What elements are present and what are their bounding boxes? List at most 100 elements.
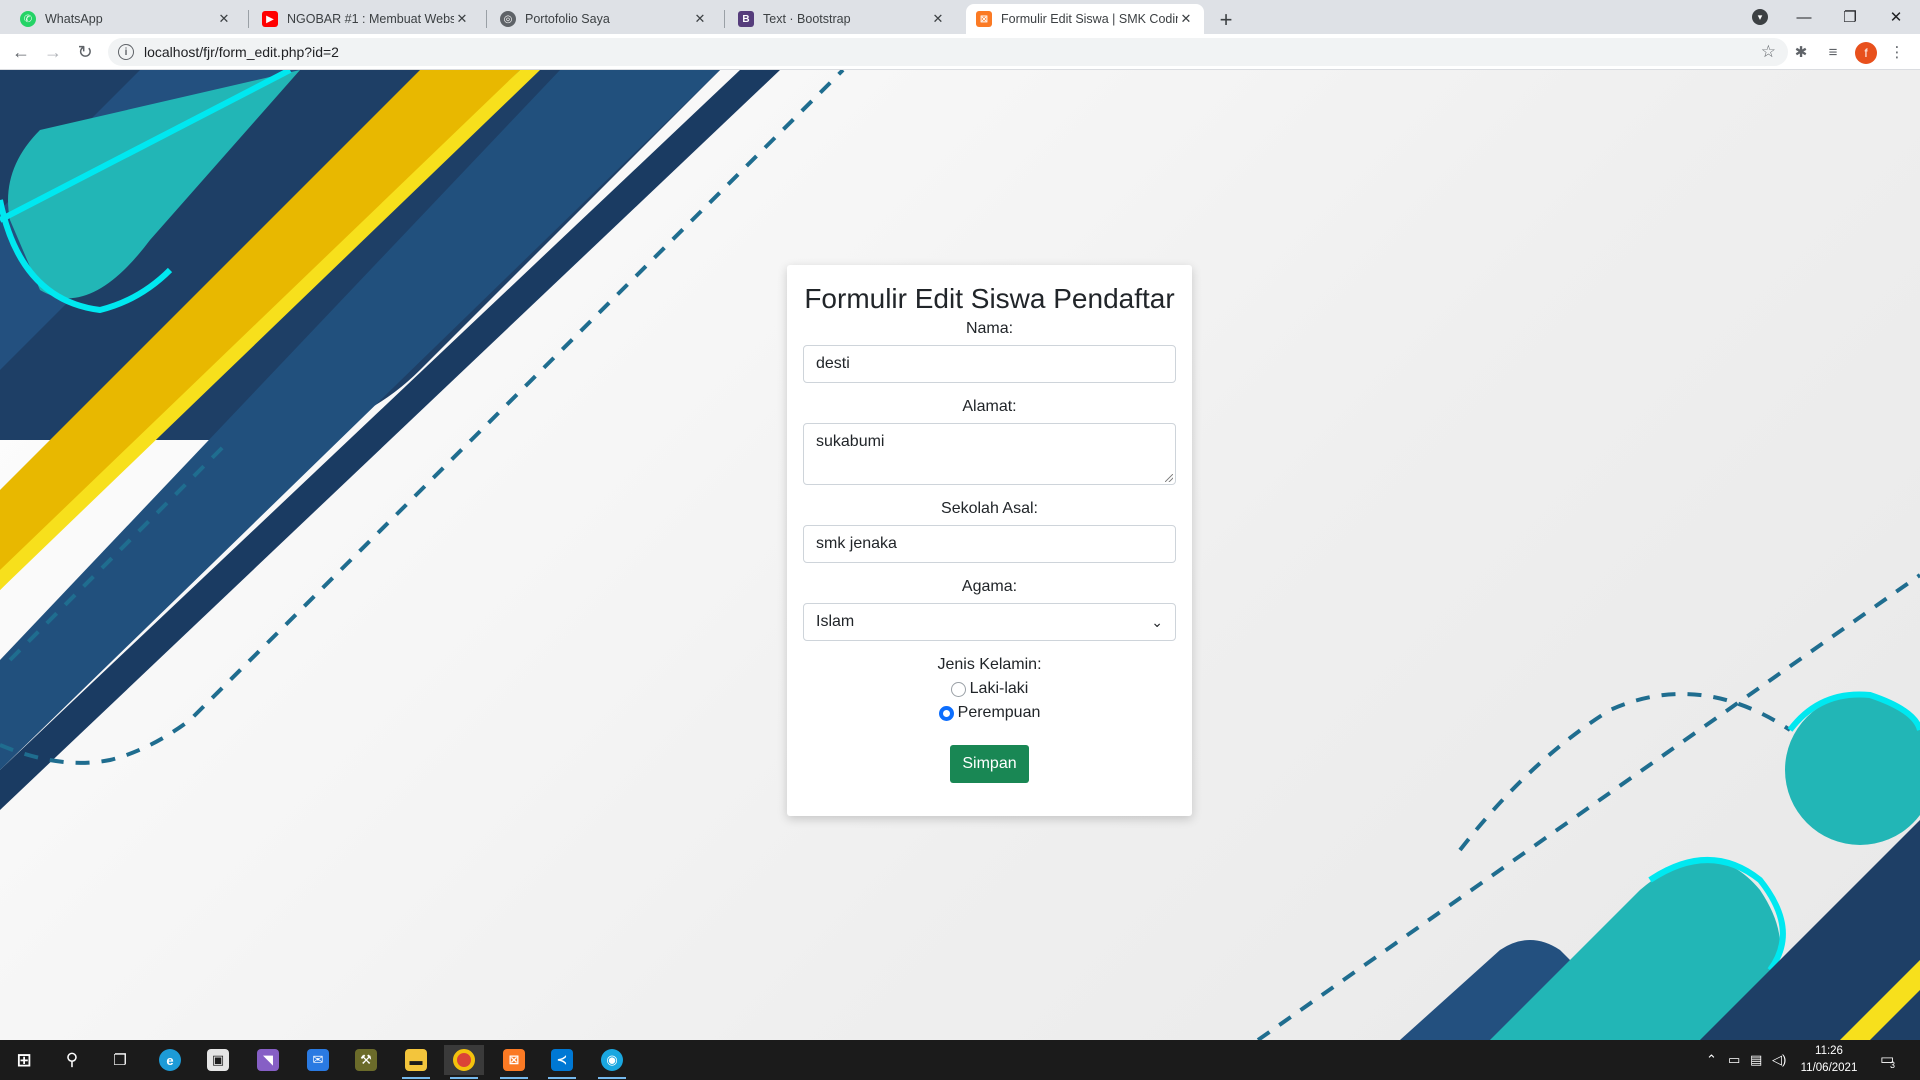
extensions-icon[interactable]: ✱ <box>1790 41 1812 63</box>
restore-button[interactable]: ❐ <box>1828 0 1872 34</box>
system-clock[interactable]: 11:26 11/06/2021 <box>1794 1043 1864 1077</box>
reading-list-icon[interactable]: ≡ <box>1822 41 1844 63</box>
close-icon[interactable]: ✕ <box>1178 11 1194 27</box>
alamat-label: Alamat: <box>962 398 1017 415</box>
app-icon: ◉ <box>601 1049 623 1071</box>
taskbar-visual-studio[interactable]: ◥ <box>248 1045 288 1075</box>
folder-icon: ▬ <box>405 1049 427 1071</box>
tab-title: Text · Bootstrap <box>763 12 851 26</box>
visual-studio-icon: ◥ <box>257 1049 279 1071</box>
agama-select[interactable]: Islam ⌄ <box>803 603 1176 641</box>
tab-portofolio[interactable]: ◎ Portofolio Saya ✕ <box>490 4 718 34</box>
tab-separator <box>486 10 487 28</box>
xampp-icon: ⊠ <box>976 11 992 27</box>
taskbar-mail[interactable]: ✉ <box>298 1045 338 1075</box>
menu-icon[interactable]: ⋮ <box>1886 41 1908 63</box>
volume-icon[interactable]: ◁) <box>1772 1052 1786 1068</box>
edit-form-card: Formulir Edit Siswa Pendaftar Nama: dest… <box>787 265 1192 816</box>
edge-icon: e <box>159 1049 181 1071</box>
tab-bootstrap[interactable]: B Text · Bootstrap ✕ <box>728 4 956 34</box>
start-button[interactable]: ⊞ <box>4 1045 44 1075</box>
forward-button[interactable]: → <box>40 39 66 65</box>
taskbar-app[interactable]: ◉ <box>592 1045 632 1079</box>
bookmark-star-icon[interactable]: ☆ <box>1761 42 1776 62</box>
form-title: Formulir Edit Siswa Pendaftar <box>804 283 1175 314</box>
close-icon[interactable]: ✕ <box>692 11 708 27</box>
close-window-button[interactable]: ✕ <box>1874 0 1918 34</box>
agama-value: Islam <box>816 613 855 630</box>
nama-label: Nama: <box>965 320 1014 337</box>
sekolah-input[interactable]: smk jenaka <box>803 525 1176 563</box>
tab-separator <box>724 10 725 28</box>
network-icon[interactable]: ▤ <box>1750 1052 1762 1068</box>
profile-avatar[interactable]: f <box>1855 42 1877 64</box>
simpan-button[interactable]: Simpan <box>950 745 1029 783</box>
radio-label: Laki-laki <box>969 680 1029 697</box>
tab-title: Formulir Edit Siswa | SMK Coding <box>1001 12 1178 26</box>
mail-icon: ✉ <box>307 1049 329 1071</box>
taskbar-xampp[interactable]: ⊠ <box>494 1045 534 1079</box>
close-icon[interactable]: ✕ <box>216 11 232 27</box>
tab-separator <box>248 10 249 28</box>
windows-icon: ⊞ <box>16 1049 32 1070</box>
task-view-button[interactable]: ❐ <box>100 1045 140 1075</box>
browser-toolbar: ← → ↻ i localhost/fjr/form_edit.php?id=2… <box>0 34 1920 70</box>
whatsapp-icon: ✆ <box>20 11 36 27</box>
bootstrap-icon: B <box>738 11 754 27</box>
back-button[interactable]: ← <box>8 39 34 65</box>
nama-input[interactable]: desti <box>803 345 1176 383</box>
close-icon[interactable]: ✕ <box>454 11 470 27</box>
store-icon: ▣ <box>207 1049 229 1071</box>
clock-date: 11/06/2021 <box>1800 1062 1858 1074</box>
sekolah-label: Sekolah Asal: <box>941 500 1038 517</box>
dashed-curve-right-2 <box>1458 692 1792 852</box>
notification-count: 3 <box>1890 1060 1896 1070</box>
page-viewport: Formulir Edit Siswa Pendaftar Nama: dest… <box>0 70 1920 1040</box>
meet-now-icon[interactable]: ▭ <box>1728 1052 1740 1068</box>
youtube-icon: ▶ <box>262 11 278 27</box>
sekolah-value: smk jenaka <box>816 535 897 552</box>
bottom-right-stripes <box>1400 691 1920 1040</box>
taskbar-file-explorer[interactable]: ▬ <box>396 1045 436 1079</box>
tab-formulir-edit[interactable]: ⊠ Formulir Edit Siswa | SMK Coding ✕ <box>966 4 1204 34</box>
top-left-stripes <box>0 70 780 810</box>
url-text: localhost/fjr/form_edit.php?id=2 <box>144 44 339 60</box>
new-tab-button[interactable]: + <box>1212 6 1240 34</box>
xampp-icon: ⊠ <box>503 1049 525 1071</box>
radio-perempuan[interactable]: Perempuan <box>787 704 1192 722</box>
resize-handle[interactable] <box>1165 474 1173 482</box>
browser-tab-bar: ✆ WhatsApp ✕ ▶ NGOBAR #1 : Membuat Websi… <box>0 0 1920 34</box>
radio-label: Perempuan <box>957 704 1041 721</box>
windows-taskbar: ⊞ ⚲ ❐ e ▣ ◥ ✉ ⚒ ▬ ⊠ ≺ ◉ ⌃ ▭ ▤ ◁) 11:26 1… <box>0 1040 1920 1080</box>
taskbar-store[interactable]: ▣ <box>198 1045 238 1075</box>
nama-value: desti <box>816 355 850 372</box>
address-bar[interactable]: i localhost/fjr/form_edit.php?id=2 ☆ <box>108 38 1788 66</box>
reload-button[interactable]: ↻ <box>72 39 98 65</box>
alamat-value: sukabumi <box>816 433 885 450</box>
tab-whatsapp[interactable]: ✆ WhatsApp ✕ <box>10 4 242 34</box>
tab-search-icon[interactable]: ▾ <box>1752 9 1768 25</box>
radio-laki-laki[interactable]: Laki-laki <box>787 680 1192 698</box>
taskbar-vscode[interactable]: ≺ <box>542 1045 582 1079</box>
radio-button[interactable] <box>950 681 966 697</box>
tools-icon: ⚒ <box>355 1049 377 1071</box>
globe-icon: ◎ <box>500 11 516 27</box>
jenis-kelamin-label: Jenis Kelamin: <box>937 656 1042 673</box>
vscode-icon: ≺ <box>551 1049 573 1071</box>
search-button[interactable]: ⚲ <box>52 1045 92 1075</box>
agama-label: Agama: <box>961 578 1018 595</box>
minimize-button[interactable]: — <box>1782 0 1826 34</box>
close-icon[interactable]: ✕ <box>930 11 946 27</box>
taskbar-chrome[interactable] <box>444 1045 484 1079</box>
taskbar-tools[interactable]: ⚒ <box>346 1045 386 1075</box>
search-icon: ⚲ <box>65 1050 79 1069</box>
tab-ngobar[interactable]: ▶ NGOBAR #1 : Membuat Website ✕ <box>252 4 480 34</box>
alamat-textarea[interactable]: sukabumi <box>803 423 1176 485</box>
tab-title: NGOBAR #1 : Membuat Website <box>287 12 454 26</box>
chevron-up-icon[interactable]: ⌃ <box>1706 1052 1717 1068</box>
info-icon[interactable]: i <box>118 44 134 60</box>
chrome-icon <box>453 1049 475 1071</box>
radio-button-checked[interactable] <box>938 705 954 721</box>
taskbar-edge[interactable]: e <box>150 1045 190 1075</box>
tab-title: WhatsApp <box>45 12 103 26</box>
